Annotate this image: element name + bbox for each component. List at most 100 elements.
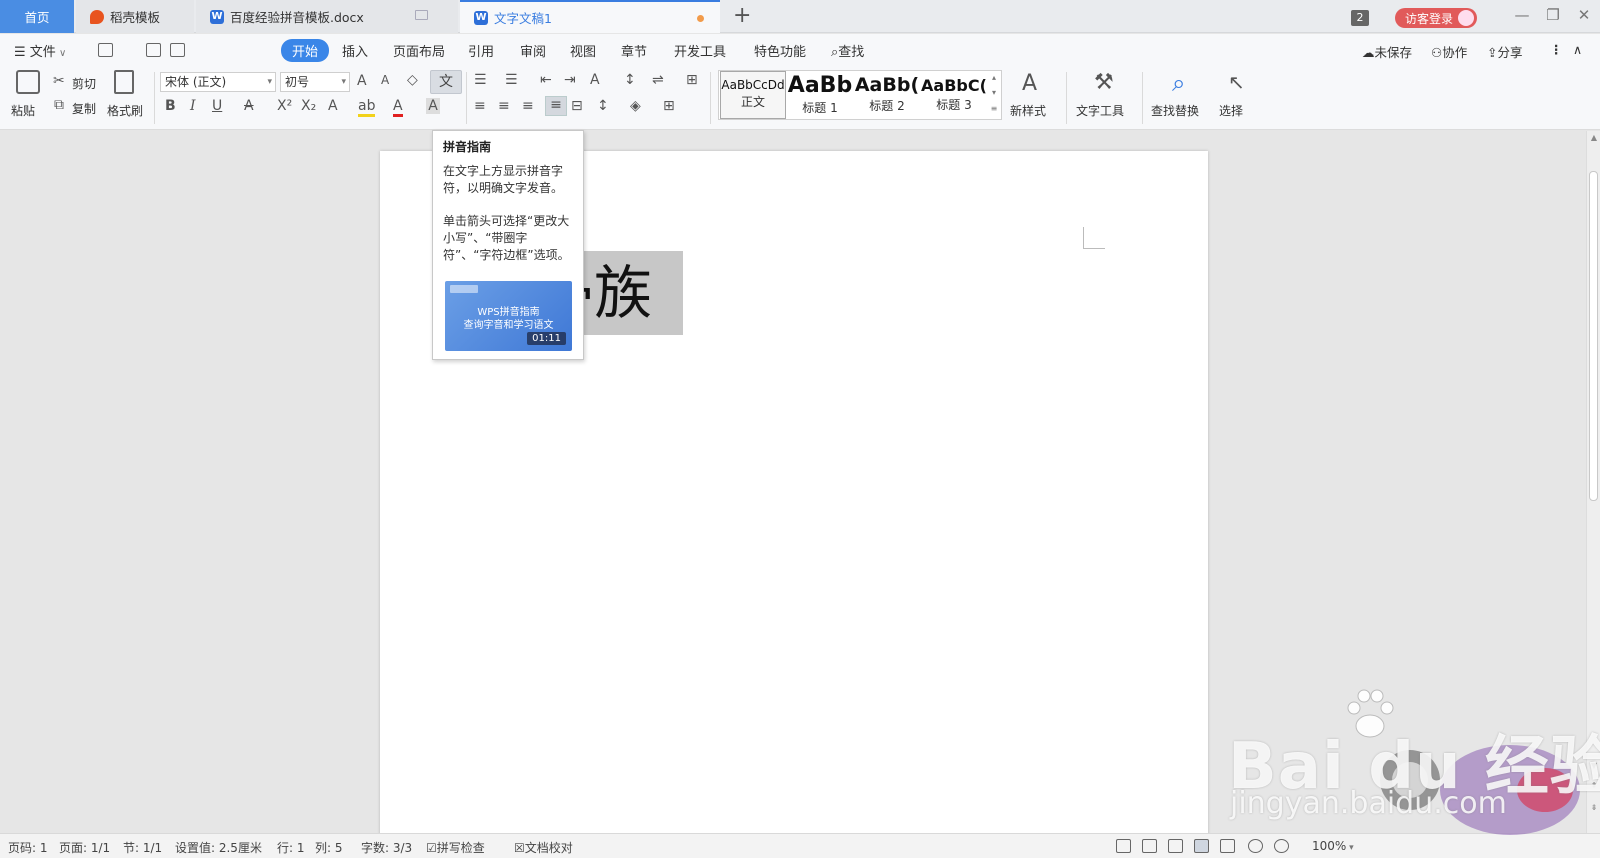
more-icon[interactable]: ⋮: [1550, 42, 1563, 57]
restore-button[interactable]: ❐: [1543, 6, 1563, 24]
paste-icon[interactable]: [16, 70, 40, 94]
cut-icon[interactable]: ✂: [53, 73, 65, 89]
print-icon[interactable]: [146, 43, 161, 57]
menu-view[interactable]: 视图: [570, 41, 596, 60]
numbered-list-icon[interactable]: ☰: [505, 72, 518, 88]
table-borders-icon[interactable]: ⊞: [686, 72, 698, 88]
new-tab-button[interactable]: +: [733, 3, 751, 29]
menu-references[interactable]: 引用: [468, 41, 494, 60]
copy-icon[interactable]: ⧉: [54, 97, 64, 113]
font-color-icon[interactable]: A: [393, 98, 403, 117]
tutorial-video-thumbnail[interactable]: WPS拼音指南 查询字音和学习语文 01:11: [445, 281, 572, 351]
menu-page-layout[interactable]: 页面布局: [393, 41, 445, 60]
proofread-button[interactable]: ☒文档校对: [514, 839, 573, 856]
justify-icon[interactable]: ≡: [545, 96, 567, 116]
italic-icon[interactable]: I: [190, 98, 196, 114]
select-button[interactable]: 选择: [1219, 102, 1243, 119]
shading-icon[interactable]: ◈: [630, 98, 641, 114]
find-menu[interactable]: ⌕查找: [831, 41, 864, 60]
menu-home[interactable]: 开始: [281, 39, 330, 62]
tab-doc-active[interactable]: W 文字文稿1: [460, 0, 720, 33]
pinyin-guide-button[interactable]: 文: [430, 70, 462, 94]
new-style-button[interactable]: 新样式: [1010, 102, 1046, 119]
style-heading-1[interactable]: AaBb 标题 1: [787, 71, 853, 119]
zoom-level[interactable]: 100% ▾: [1312, 839, 1354, 853]
underline-icon[interactable]: U: [212, 98, 222, 114]
format-painter-button[interactable]: 格式刷: [107, 102, 143, 119]
file-menu[interactable]: ☰ 文件 ∨: [14, 41, 66, 60]
line-spacing-icon[interactable]: ↕: [597, 98, 609, 114]
find-replace-icon[interactable]: ⌕: [1172, 69, 1185, 97]
gallery-down-icon[interactable]: ▾: [989, 88, 999, 97]
superscript-icon[interactable]: X²: [277, 98, 292, 114]
subscript-icon[interactable]: X₂: [301, 98, 316, 114]
minimize-button[interactable]: —: [1512, 6, 1532, 24]
page-number[interactable]: 页码: 1: [8, 839, 48, 856]
tab-daoke-template[interactable]: 稻壳模板: [76, 0, 194, 33]
reading-mode-icon[interactable]: [1142, 839, 1157, 853]
char-shading-icon[interactable]: A: [426, 98, 440, 114]
print-preview-icon[interactable]: [170, 43, 185, 57]
format-painter-icon[interactable]: [114, 70, 134, 94]
borders-icon[interactable]: ⊞: [663, 98, 675, 114]
strikethrough-icon[interactable]: A: [244, 98, 254, 114]
align-center-icon[interactable]: ≡: [498, 98, 510, 114]
clear-format-icon[interactable]: ◇: [407, 72, 418, 88]
window-count-badge[interactable]: 2: [1351, 10, 1369, 26]
chinese-layout-icon[interactable]: A: [590, 72, 600, 88]
align-left-icon[interactable]: ≡: [474, 98, 486, 114]
menu-review[interactable]: 审阅: [520, 41, 546, 60]
style-heading-3[interactable]: AaBbC( 标题 3: [921, 71, 987, 119]
close-button[interactable]: ✕: [1574, 6, 1594, 24]
copy-button[interactable]: 复制: [72, 100, 96, 117]
edit-mode-icon[interactable]: [1168, 839, 1183, 853]
style-normal[interactable]: AaBbCcDd 正文: [720, 71, 786, 119]
decrease-indent-icon[interactable]: ⇤: [540, 72, 552, 88]
cursor-select-icon[interactable]: ↖: [1228, 70, 1245, 94]
monitor-icon[interactable]: [415, 10, 428, 20]
collapse-ribbon-icon[interactable]: ∧: [1573, 42, 1582, 57]
font-name-select[interactable]: 宋体 (正文): [160, 72, 276, 92]
unsaved-status[interactable]: ☁未保存: [1362, 42, 1412, 61]
outline-view-icon[interactable]: [1220, 839, 1235, 853]
style-heading-2[interactable]: AaBb( 标题 2: [854, 71, 920, 119]
menu-developer[interactable]: 开发工具: [674, 41, 726, 60]
grow-font-icon[interactable]: A: [357, 73, 367, 89]
save-icon[interactable]: [98, 43, 113, 57]
gallery-more-icon[interactable]: ≡: [989, 104, 999, 113]
text-tools-button[interactable]: 文字工具: [1076, 102, 1124, 119]
gallery-up-icon[interactable]: ▴: [989, 73, 999, 82]
guest-login-button[interactable]: 访客登录: [1395, 8, 1477, 28]
paste-button[interactable]: 粘贴: [11, 102, 35, 119]
tab-home[interactable]: 首页: [0, 0, 74, 33]
menu-insert[interactable]: 插入: [342, 41, 368, 60]
bold-icon[interactable]: B: [165, 98, 176, 114]
font-size-select[interactable]: 初号: [280, 72, 350, 92]
scrollbar-thumb[interactable]: [1589, 171, 1598, 501]
sort-icon[interactable]: ↕: [624, 72, 636, 88]
show-hide-marks-icon[interactable]: ⇌: [652, 72, 664, 88]
share-button[interactable]: ⇪分享: [1487, 42, 1523, 61]
wrench-icon[interactable]: ⚒: [1094, 70, 1114, 95]
menu-chapter[interactable]: 章节: [621, 41, 647, 60]
find-replace-button[interactable]: 查找替换: [1151, 102, 1199, 119]
page-view-icon[interactable]: [1194, 839, 1209, 853]
collaborate-button[interactable]: ⚇协作: [1431, 42, 1467, 61]
shrink-font-icon[interactable]: A: [381, 73, 389, 87]
highlight-icon[interactable]: ab: [358, 98, 376, 117]
increase-indent-icon[interactable]: ⇥: [564, 72, 576, 88]
eye-protection-icon[interactable]: [1274, 839, 1289, 853]
scroll-up-icon[interactable]: ▲: [1587, 133, 1600, 142]
align-right-icon[interactable]: ≡: [522, 98, 534, 114]
distribute-icon[interactable]: ⊟: [571, 98, 583, 114]
cut-button[interactable]: 剪切: [72, 75, 96, 92]
bullet-list-icon[interactable]: ☰: [474, 72, 487, 88]
tab-doc-baidu[interactable]: W 百度经验拼音模板.docx: [196, 0, 458, 33]
word-count[interactable]: 字数: 3/3: [361, 839, 412, 856]
web-view-icon[interactable]: [1248, 839, 1263, 853]
fullscreen-icon[interactable]: [1116, 839, 1131, 853]
spell-check-button[interactable]: ☑拼写检查: [426, 839, 485, 856]
text-effect-icon[interactable]: A: [328, 98, 338, 114]
menu-special[interactable]: 特色功能: [754, 41, 806, 60]
new-style-icon[interactable]: A: [1022, 71, 1037, 96]
